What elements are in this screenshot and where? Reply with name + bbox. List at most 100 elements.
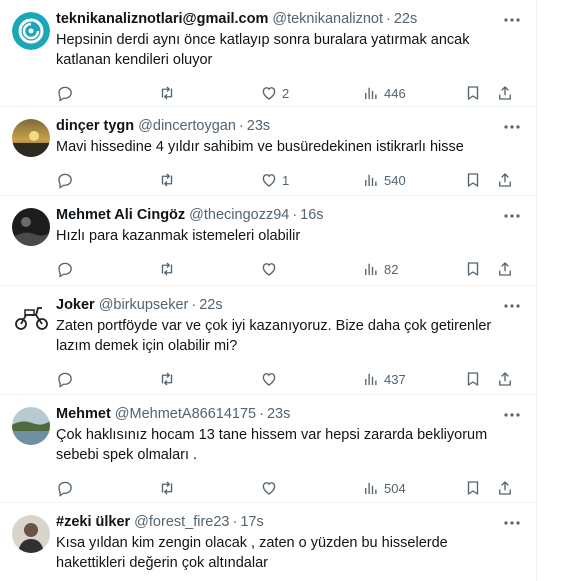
reply-button[interactable] [56, 260, 152, 278]
repost-button[interactable] [158, 84, 254, 102]
repost-button[interactable] [158, 171, 254, 189]
reply-icon [58, 173, 72, 189]
bookmark-button[interactable] [464, 479, 482, 497]
avatar[interactable] [12, 515, 50, 553]
repost-icon [161, 372, 173, 386]
views-chart-icon [365, 482, 377, 494]
author-handle[interactable]: @teknikanaliznot [272, 10, 383, 29]
repost-button[interactable] [158, 479, 254, 497]
share-button[interactable] [496, 479, 514, 497]
avatar[interactable] [12, 407, 50, 445]
share-button[interactable] [496, 370, 514, 388]
views-button[interactable]: 437 [362, 370, 458, 388]
heart-icon [262, 263, 276, 276]
author-name[interactable]: dinçer tygn [56, 117, 134, 136]
bookmark-button[interactable] [464, 84, 482, 102]
author-name[interactable]: Joker [56, 296, 95, 315]
action-bar: 437 [56, 369, 514, 389]
like-button[interactable]: 2 [260, 84, 356, 102]
reply-button[interactable] [56, 171, 152, 189]
bookmark-button[interactable] [464, 171, 482, 189]
author-handle[interactable]: @forest_fire23 [134, 513, 229, 532]
like-button[interactable]: 1 [260, 171, 356, 189]
tweet[interactable]: dinçer tygn @dincertoygan · 23s Mavi his… [0, 107, 536, 196]
avatar[interactable] [12, 12, 50, 50]
share-icon [499, 173, 511, 187]
repost-icon [161, 173, 173, 187]
author-handle[interactable]: @dincertoygan [138, 117, 236, 136]
action-bar: 1 540 [56, 170, 514, 190]
more-icon[interactable] [502, 298, 522, 314]
action-bar: 82 [56, 259, 514, 279]
repost-button[interactable] [158, 260, 254, 278]
author-name[interactable]: #zeki ülker [56, 513, 130, 532]
more-icon[interactable] [502, 12, 522, 28]
share-button[interactable] [496, 84, 514, 102]
timestamp[interactable]: 22s [199, 296, 222, 315]
views-button[interactable]: 446 [362, 84, 458, 102]
timestamp[interactable]: 16s [300, 206, 323, 225]
views-chart-icon [365, 174, 377, 186]
timestamp[interactable]: 22s [394, 10, 417, 29]
reply-icon [58, 262, 72, 278]
reply-icon [58, 481, 72, 497]
like-button[interactable] [260, 260, 356, 278]
repost-button[interactable] [158, 370, 254, 388]
separator-dot: · [292, 207, 298, 223]
tweet[interactable]: #zeki ülker @forest_fire23 · 17s Kısa yı… [0, 503, 536, 581]
view-count: 446 [384, 85, 406, 101]
tweet[interactable]: Mehmet Ali Cingöz @thecingozz94 · 16s Hı… [0, 196, 536, 286]
views-button[interactable]: 504 [362, 479, 458, 497]
tweet[interactable]: teknikanaliznotlari@gmail.com @teknikana… [0, 0, 536, 107]
action-bar: 504 [56, 478, 514, 498]
bookmark-icon [467, 86, 479, 100]
bookmark-button[interactable] [464, 260, 482, 278]
timestamp[interactable]: 17s [240, 513, 263, 532]
views-chart-icon [365, 263, 377, 275]
tweet[interactable]: Joker @birkupseker · 22s Zaten portföyde… [0, 286, 536, 395]
more-icon[interactable] [502, 515, 522, 531]
avatar[interactable] [12, 208, 50, 246]
scooter-drawing-avatar [12, 298, 50, 336]
reply-button[interactable] [56, 84, 152, 102]
share-icon [499, 262, 511, 276]
views-button[interactable]: 82 [362, 260, 458, 278]
like-button[interactable] [260, 370, 356, 388]
like-button[interactable] [260, 479, 356, 497]
separator-dot: · [232, 514, 238, 530]
reply-feed: teknikanaliznotlari@gmail.com @teknikana… [0, 0, 537, 581]
repost-icon [161, 481, 173, 495]
timestamp[interactable]: 23s [247, 117, 270, 136]
avatar[interactable] [12, 298, 50, 336]
heart-icon [262, 373, 276, 386]
separator-dot: · [259, 406, 264, 422]
author-name[interactable]: Mehmet Ali Cingöz [56, 206, 185, 225]
repost-icon [161, 86, 173, 100]
reply-button[interactable] [56, 479, 152, 497]
author-handle[interactable]: @MehmetA86614175 [115, 405, 256, 424]
bookmark-icon [467, 173, 479, 187]
timestamp[interactable]: 23s [267, 405, 290, 424]
more-icon[interactable] [502, 407, 522, 423]
author-handle[interactable]: @thecingozz94 [189, 206, 289, 225]
author-name[interactable]: Mehmet [56, 405, 111, 424]
tweet[interactable]: Mehmet @MehmetA86614175 · 23s Çok haklıs… [0, 395, 536, 503]
teal-logo-avatar [12, 12, 50, 50]
person-photo-avatar [12, 515, 50, 553]
reply-button[interactable] [56, 370, 152, 388]
avatar[interactable] [12, 119, 50, 157]
tweet-text: Kısa yıldan kim zengin olacak , zaten o … [56, 535, 448, 571]
lake-photo-avatar [12, 407, 50, 445]
view-count: 82 [384, 261, 399, 277]
tweet-text: Hızlı para kazanmak istemeleri olabilir [56, 228, 301, 244]
more-icon[interactable] [502, 119, 522, 135]
share-button[interactable] [496, 260, 514, 278]
more-icon[interactable] [502, 208, 522, 224]
views-button[interactable]: 540 [362, 171, 458, 189]
heart-icon [262, 87, 276, 100]
bookmark-button[interactable] [464, 370, 482, 388]
share-button[interactable] [496, 171, 514, 189]
like-count: 2 [282, 85, 290, 101]
author-name[interactable]: teknikanaliznotlari@gmail.com [56, 10, 268, 29]
author-handle[interactable]: @birkupseker [99, 296, 189, 315]
